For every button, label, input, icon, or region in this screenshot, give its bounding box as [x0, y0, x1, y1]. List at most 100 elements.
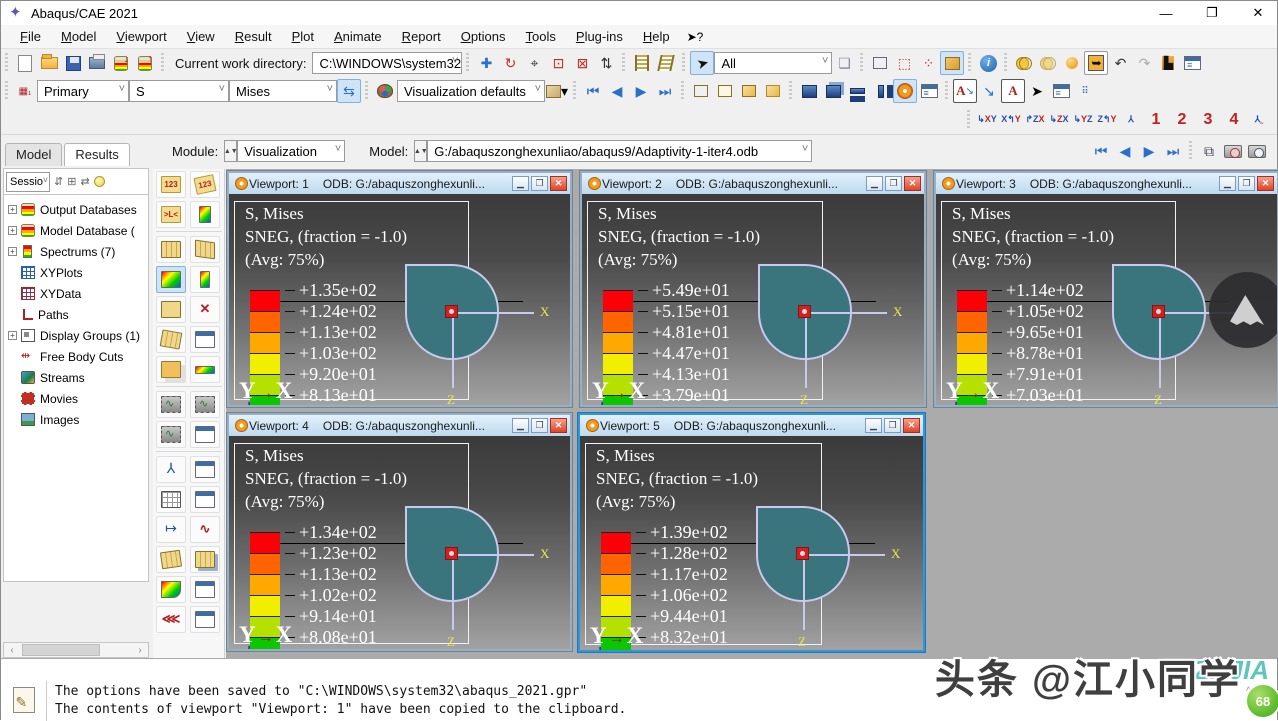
- viewport-restore-icon[interactable]: ❐: [885, 176, 902, 191]
- plot-deformed-icon[interactable]: [190, 236, 220, 263]
- shaded-render-icon[interactable]: [737, 79, 761, 103]
- viewport-5-window[interactable]: Viewport: 5 ODB: G:/abaquszonghexunli...…: [578, 413, 925, 652]
- tree-item-paths[interactable]: Paths: [4, 304, 148, 325]
- view-front-icon[interactable]: ↳XY: [975, 108, 999, 132]
- menu-options[interactable]: Options: [452, 27, 515, 46]
- xy-plot-icon[interactable]: ∿: [190, 516, 220, 543]
- expand-icon[interactable]: +: [8, 247, 17, 256]
- view-iso-icon[interactable]: ⅄: [1119, 108, 1143, 132]
- menu-viewport[interactable]: Viewport: [107, 27, 175, 46]
- viewport-plot[interactable]: S, Mises SNEG, (fraction = -1.0) (Avg: 7…: [229, 194, 570, 405]
- tree-item-display-groups[interactable]: +Display Groups (1): [4, 325, 148, 346]
- anim-prev-icon[interactable]: ◀: [1113, 139, 1137, 163]
- menu-model[interactable]: Model: [52, 27, 105, 46]
- selection-filter-combo[interactable]: All: [714, 52, 832, 74]
- viewport-3-window[interactable]: Viewport: 3 ODB: G:/abaquszonghexunli...…: [934, 171, 1278, 407]
- menu-animate[interactable]: Animate: [325, 27, 391, 46]
- overlay-options-icon[interactable]: [190, 356, 220, 383]
- tab-results[interactable]: Results: [64, 143, 129, 166]
- display-options-icon[interactable]: [1180, 51, 1204, 75]
- contour-options-icon[interactable]: [190, 266, 220, 293]
- viewport-titlebar[interactable]: Viewport: 3 ODB: G:/abaquszonghexunli...…: [936, 173, 1277, 194]
- cycle-views-icon[interactable]: ⇅: [594, 51, 618, 75]
- magnify-icon[interactable]: ⌖: [522, 51, 546, 75]
- single-viewport-icon[interactable]: [797, 79, 821, 103]
- symbol-options-icon[interactable]: ✕: [190, 296, 220, 323]
- result-options-icon[interactable]: >L<: [156, 201, 186, 228]
- create-display-group-icon[interactable]: [630, 51, 654, 75]
- display-style-combo[interactable]: Visualization defaults: [397, 80, 545, 102]
- new-file-icon[interactable]: [13, 51, 37, 75]
- box-zoom-icon[interactable]: ⊡: [546, 51, 570, 75]
- viewcut-manager-icon[interactable]: [190, 456, 220, 483]
- viewport-minimize-icon[interactable]: ▁: [1219, 176, 1236, 191]
- viewport-plot[interactable]: S, Mises SNEG, (fraction = -1.0) (Avg: 7…: [229, 436, 570, 649]
- minimize-icon[interactable]: —: [1157, 4, 1175, 22]
- model-combo[interactable]: G:/abaquszonghexunliao/abaqus9/Adaptivit…: [427, 140, 812, 162]
- save-icon[interactable]: [61, 51, 85, 75]
- cascade-viewports-icon[interactable]: [821, 79, 845, 103]
- view-3-button[interactable]: 3: [1195, 111, 1221, 129]
- close-icon[interactable]: ✕: [1249, 4, 1267, 22]
- overlay-layers-icon[interactable]: ⧉: [1197, 139, 1221, 163]
- viewport-restore-icon[interactable]: ❐: [884, 418, 901, 433]
- tree-item-free-body-cuts[interactable]: ⇹Free Body Cuts: [4, 346, 148, 367]
- view-1-button[interactable]: 1: [1143, 111, 1169, 129]
- expand-icon[interactable]: +: [8, 205, 17, 214]
- animate-harmonic-icon[interactable]: [156, 421, 186, 448]
- anim-play-icon[interactable]: ▶: [1137, 139, 1161, 163]
- scroll-thumb[interactable]: [22, 644, 100, 656]
- tree-link-icon[interactable]: ⇄: [80, 175, 89, 188]
- frame-selector-combo[interactable]: Primary: [37, 80, 129, 102]
- edit-display-group-icon[interactable]: [654, 51, 678, 75]
- menu-plot[interactable]: Plot: [283, 27, 323, 46]
- view-left-icon[interactable]: ↳YZ: [1071, 108, 1095, 132]
- node-labels-icon[interactable]: 123: [156, 171, 186, 198]
- annotate-arrow-text-icon[interactable]: A↘: [953, 79, 977, 103]
- point-probe-icon[interactable]: ⁘: [916, 51, 940, 75]
- menu-plugins[interactable]: Plug-ins: [567, 27, 632, 46]
- viewport-plot[interactable]: S, Mises SNEG, (fraction = -1.0) (Avg: 7…: [582, 194, 924, 405]
- menu-tools[interactable]: Tools: [517, 27, 565, 46]
- viewport-annotation-options-icon[interactable]: [917, 79, 941, 103]
- view-2-button[interactable]: 2: [1169, 111, 1195, 129]
- viewport-restore-icon[interactable]: ❐: [531, 418, 548, 433]
- menu-help[interactable]: Help: [634, 27, 679, 46]
- viewport-titlebar[interactable]: Viewport: 5 ODB: G:/abaquszonghexunli...…: [580, 415, 923, 436]
- query-triad-icon[interactable]: ⅄: [156, 456, 186, 483]
- anim-last-icon[interactable]: ⏭: [1161, 139, 1185, 163]
- fit-view-icon[interactable]: ⊠: [570, 51, 594, 75]
- color-code-icon[interactable]: ▙: [1156, 51, 1180, 75]
- menu-file[interactable]: File: [11, 27, 50, 46]
- animate-scale-factor-icon[interactable]: [156, 391, 186, 418]
- boolean-union-icon[interactable]: [1012, 51, 1036, 75]
- viewport-restore-icon[interactable]: ❐: [1238, 176, 1255, 191]
- anim-first-icon[interactable]: ⏮: [1089, 139, 1113, 163]
- viewport-minimize-icon[interactable]: ▁: [512, 418, 529, 433]
- xy-data-manager-icon[interactable]: [190, 486, 220, 513]
- orientation-options-icon[interactable]: [190, 326, 220, 353]
- tile-horizontal-icon[interactable]: [845, 79, 869, 103]
- view-back-icon[interactable]: X↰Y: [999, 108, 1023, 132]
- viewport-close-icon[interactable]: ✕: [903, 418, 920, 433]
- tree-item-model-database[interactable]: +Model Database (: [4, 220, 148, 241]
- last-frame-icon[interactable]: ⏭: [653, 79, 677, 103]
- odb-pack-icon[interactable]: [109, 51, 133, 75]
- filled-render-icon[interactable]: [761, 79, 785, 103]
- tile-vertical-icon[interactable]: [869, 79, 893, 103]
- element-labels-icon[interactable]: 123: [190, 171, 220, 198]
- path-create-icon[interactable]: ↦: [156, 516, 186, 543]
- tree-up-level-icon[interactable]: ⊞: [67, 175, 76, 188]
- undo-icon[interactable]: ↶: [1108, 51, 1132, 75]
- viewport-close-icon[interactable]: ✕: [550, 418, 567, 433]
- viewport-titlebar[interactable]: Viewport: 4 ODB: G:/abaquszonghexunli...…: [229, 415, 570, 436]
- visualization-cube-icon[interactable]: ▾: [545, 79, 569, 103]
- tree-item-spectrums[interactable]: +Spectrums (7): [4, 241, 148, 262]
- tree-item-images[interactable]: Images: [4, 409, 148, 430]
- module-combo[interactable]: Visualization: [237, 140, 345, 162]
- viewport-1-window[interactable]: Viewport: 1 ODB: G:/abaquszonghexunli...…: [227, 171, 572, 407]
- free-body-manager-icon[interactable]: [190, 546, 220, 573]
- expand-icon[interactable]: +: [8, 331, 17, 340]
- query-cube-icon[interactable]: [940, 51, 964, 75]
- video-camera-icon[interactable]: [1221, 139, 1245, 163]
